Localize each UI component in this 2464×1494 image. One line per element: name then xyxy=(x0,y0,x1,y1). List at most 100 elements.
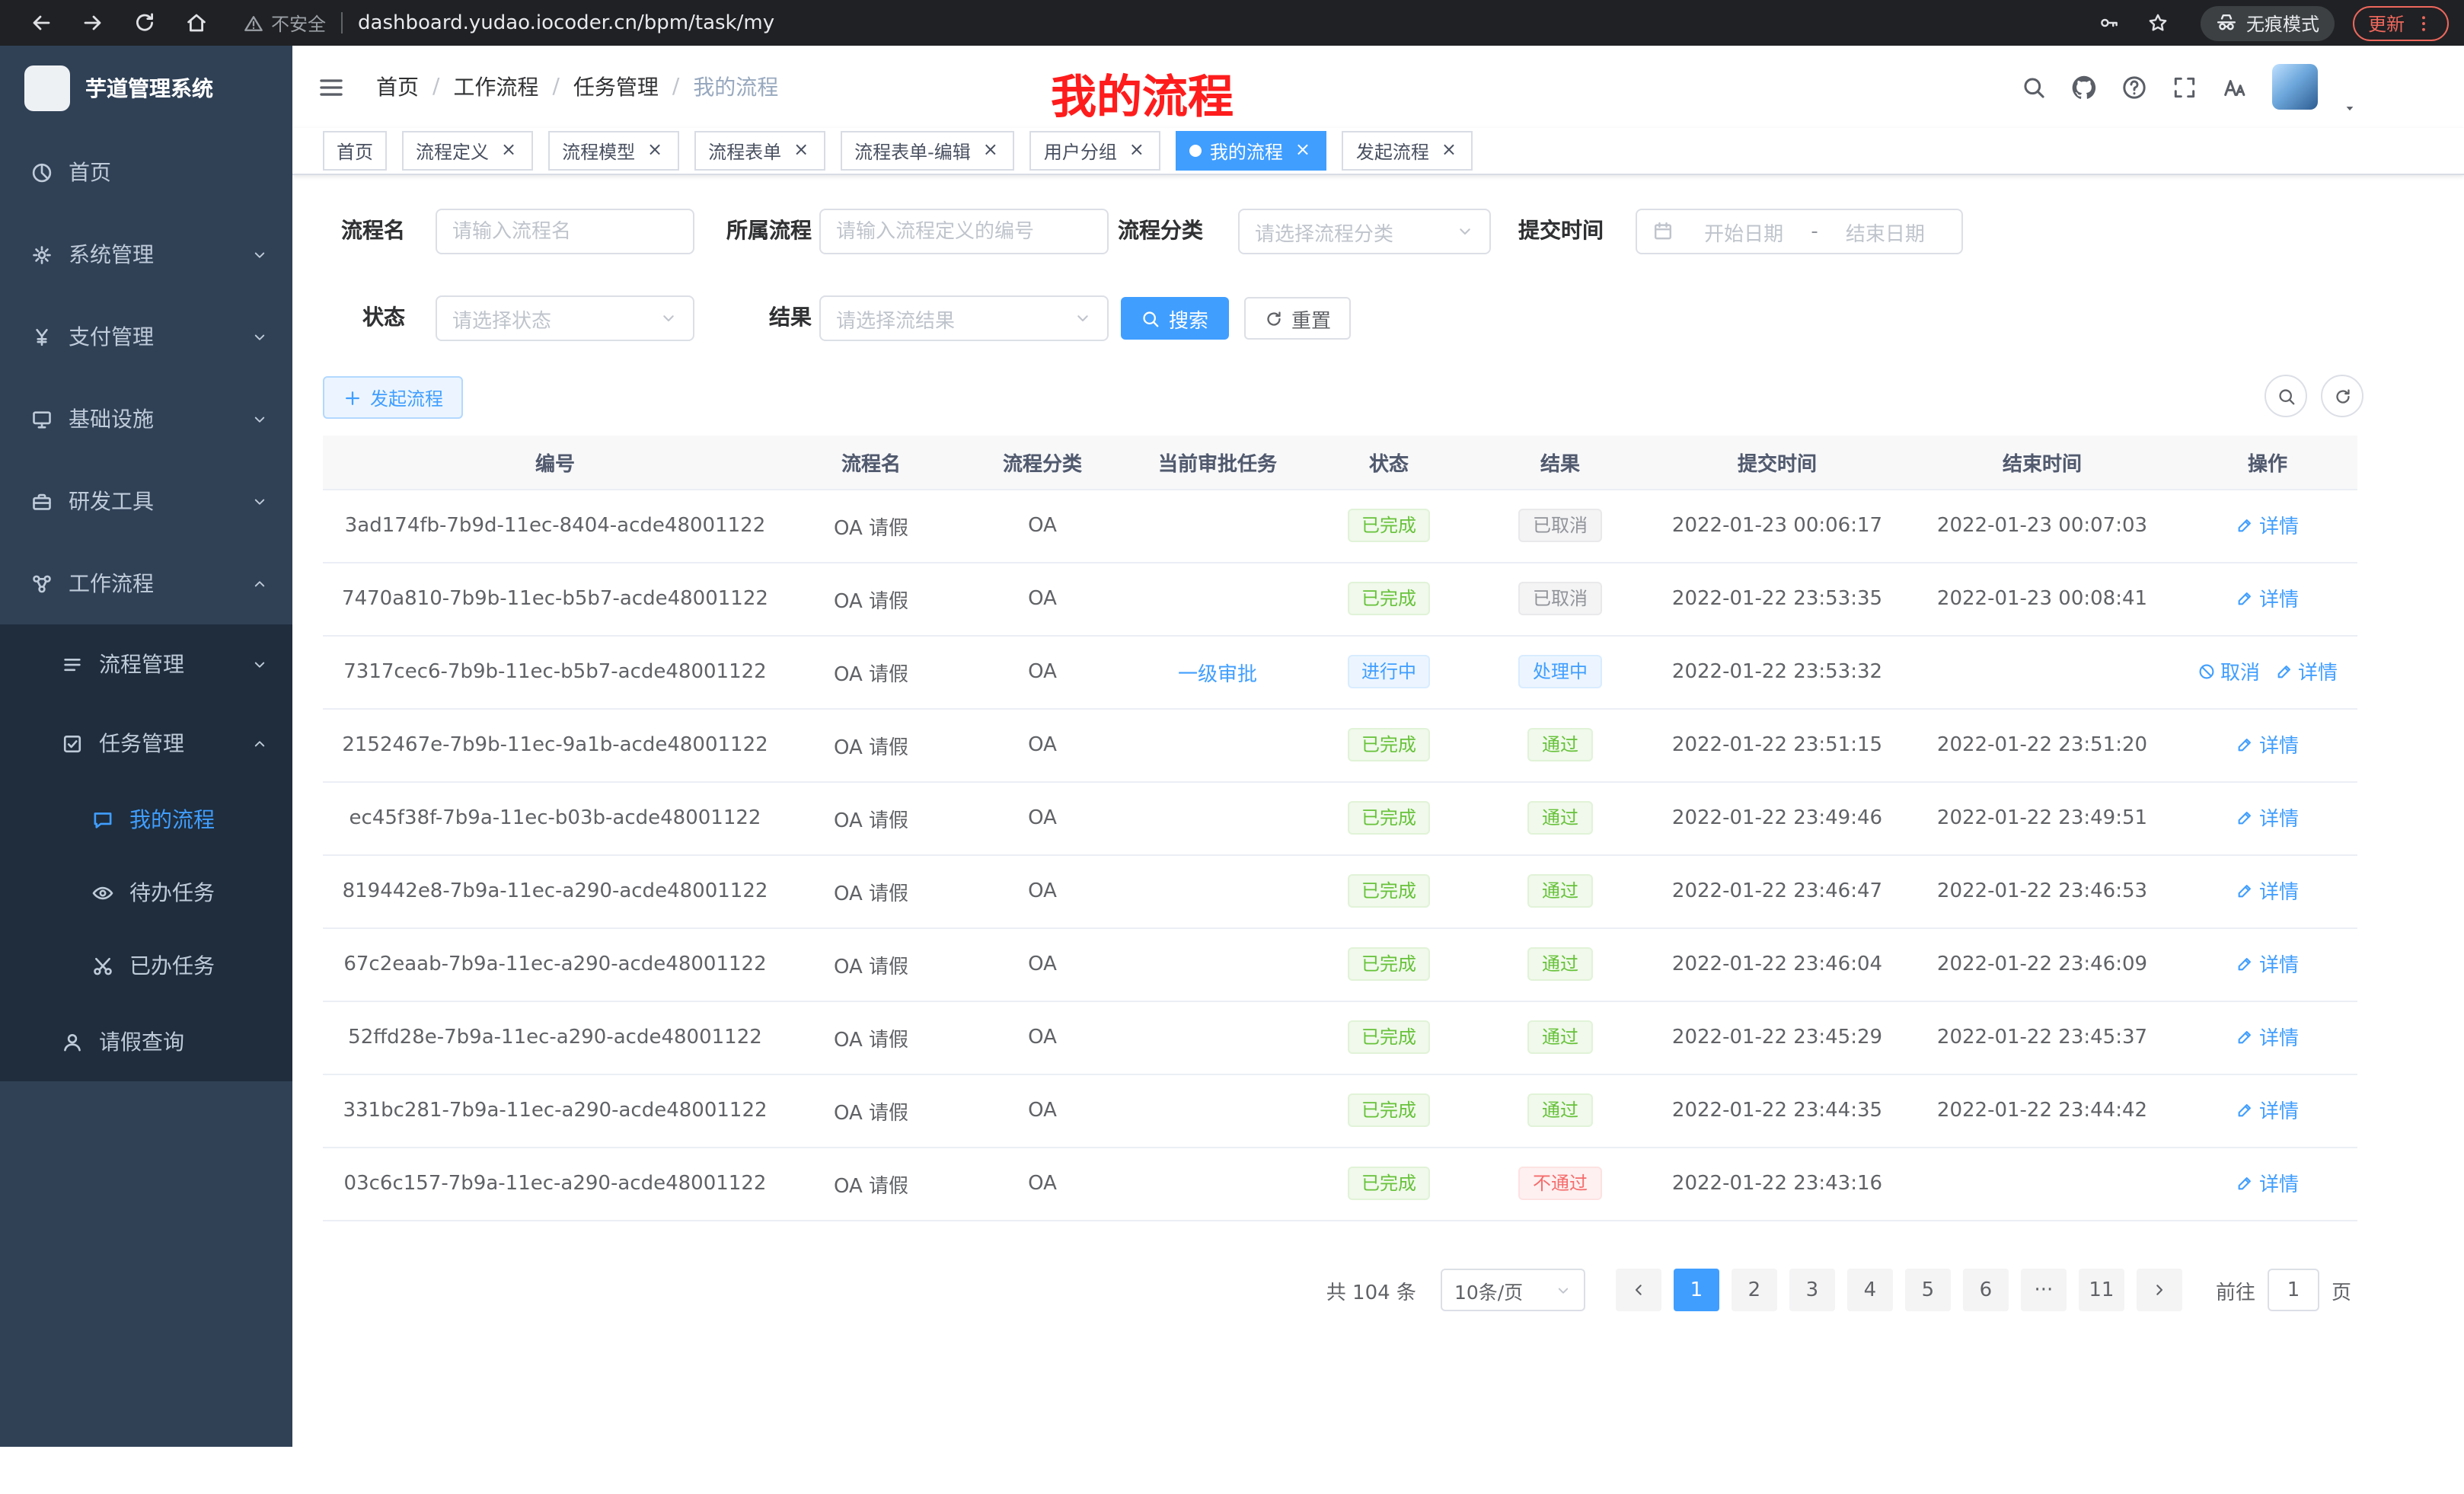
cell-submit-time: 2022-01-22 23:43:16 xyxy=(1648,1147,1907,1220)
browser-home-button[interactable] xyxy=(184,11,209,35)
detail-link-label: 详情 xyxy=(2259,1096,2299,1125)
cell-actions: 详情 xyxy=(2178,1074,2357,1147)
chevron-down-icon xyxy=(1555,1282,1572,1298)
github-icon[interactable] xyxy=(2071,74,2097,100)
bookmark-star-icon[interactable] xyxy=(2147,12,2169,34)
tab-process-form[interactable]: 流程表单× xyxy=(694,131,825,171)
sidebar-item-todo-tasks[interactable]: 待办任务 xyxy=(0,856,292,929)
sidebar-item-done-tasks[interactable]: 已办任务 xyxy=(0,929,292,1002)
table-row: 67c2eaab-7b9a-11ec-a290-acde48001122OA 请… xyxy=(323,927,2357,1001)
sidebar-item-system[interactable]: 系统管理 xyxy=(0,213,292,295)
start-process-button[interactable]: 发起流程 xyxy=(323,376,463,419)
browser-menu-icon[interactable] xyxy=(2414,13,2434,33)
detail-link[interactable]: 详情 xyxy=(2236,511,2299,540)
process-def-input[interactable] xyxy=(836,220,1092,243)
breadcrumb-item[interactable]: 工作流程 xyxy=(453,72,538,102)
cell-status: 已完成 xyxy=(1305,562,1473,635)
cell-status: 已完成 xyxy=(1305,927,1473,1001)
breadcrumb-item[interactable]: 任务管理 xyxy=(573,72,659,102)
page-button-5[interactable]: 5 xyxy=(1905,1269,1951,1311)
goto-page-input[interactable] xyxy=(2268,1269,2319,1311)
reset-button[interactable]: 重置 xyxy=(1244,297,1351,340)
result-select[interactable]: 请选择流结果 xyxy=(819,295,1109,341)
page-button-6[interactable]: 6 xyxy=(1963,1269,2009,1311)
browser-update-button[interactable]: 更新 xyxy=(2353,5,2449,40)
process-name-input[interactable] xyxy=(452,220,678,243)
detail-link[interactable]: 详情 xyxy=(2236,730,2299,759)
prev-page-button[interactable] xyxy=(1616,1269,1661,1311)
refresh-icon xyxy=(2332,386,2352,406)
edit-icon xyxy=(2236,1101,2255,1119)
tab-process-definition[interactable]: 流程定义× xyxy=(402,131,533,171)
page-size-select[interactable]: 10条/页 xyxy=(1441,1269,1585,1311)
pager-more-button[interactable]: ··· xyxy=(2021,1269,2067,1311)
detail-link[interactable]: 详情 xyxy=(2236,1096,2299,1125)
browser-chrome: 不安全 dashboard.yudao.iocoder.cn/bpm/task/… xyxy=(0,0,2464,46)
category-select[interactable]: 请选择流程分类 xyxy=(1238,209,1491,254)
user-avatar[interactable] xyxy=(2272,64,2318,110)
breadcrumb-item[interactable]: 首页 xyxy=(376,72,419,102)
address-bar[interactable]: 不安全 dashboard.yudao.iocoder.cn/bpm/task/… xyxy=(244,10,2085,36)
cancel-link[interactable]: 取消 xyxy=(2197,657,2260,686)
next-page-button[interactable] xyxy=(2137,1269,2182,1311)
page-button-4[interactable]: 4 xyxy=(1847,1269,1893,1311)
browser-reload-button[interactable] xyxy=(132,11,157,35)
tab-process-form-edit[interactable]: 流程表单-编辑× xyxy=(841,131,1015,171)
submit-time-range-picker[interactable]: 开始日期 - 结束日期 xyxy=(1636,209,1963,254)
avatar-caret-down-icon[interactable] xyxy=(2342,101,2357,116)
page-button-2[interactable]: 2 xyxy=(1732,1269,1777,1311)
tab-home[interactable]: 首页 xyxy=(323,131,387,171)
fullscreen-icon[interactable] xyxy=(2172,74,2197,100)
help-icon[interactable] xyxy=(2121,74,2147,100)
sidebar-item-my-process[interactable]: 我的流程 xyxy=(0,783,292,856)
tab-close-icon[interactable]: × xyxy=(1292,140,1313,161)
search-button[interactable]: 搜索 xyxy=(1121,297,1229,340)
refresh-table-button[interactable] xyxy=(2321,375,2363,417)
header-search-icon[interactable] xyxy=(2021,74,2047,100)
page-button-3[interactable]: 3 xyxy=(1789,1269,1835,1311)
detail-link[interactable]: 详情 xyxy=(2236,950,2299,978)
task-link[interactable]: 一级审批 xyxy=(1178,657,1257,686)
tab-process-model[interactable]: 流程模型× xyxy=(548,131,679,171)
tab-close-icon[interactable]: × xyxy=(1438,140,1460,161)
browser-back-button[interactable] xyxy=(29,11,53,35)
tab-close-icon[interactable]: × xyxy=(1126,140,1147,161)
sidebar-item-task-manage[interactable]: 任务管理 xyxy=(0,704,292,783)
sidebar-item-leave-query[interactable]: 请假查询 xyxy=(0,1002,292,1081)
sidebar-item-home[interactable]: 首页 xyxy=(0,131,292,213)
detail-link[interactable]: 详情 xyxy=(2275,657,2338,686)
detail-link[interactable]: 详情 xyxy=(2236,1169,2299,1198)
sidebar-item-infrastructure[interactable]: 基础设施 xyxy=(0,378,292,460)
cell-task xyxy=(1130,781,1305,854)
security-warning[interactable]: 不安全 xyxy=(244,10,326,36)
sidebar-item-payment[interactable]: 支付管理 xyxy=(0,295,292,378)
tab-close-icon[interactable]: × xyxy=(498,140,519,161)
column-header: 结果 xyxy=(1473,436,1648,489)
sidebar-toggle-icon[interactable] xyxy=(317,72,346,101)
tab-close-icon[interactable]: × xyxy=(644,140,665,161)
tab-close-icon[interactable]: × xyxy=(980,140,1001,161)
password-manager-icon[interactable] xyxy=(2099,12,2120,34)
sidebar-item-process-manage[interactable]: 流程管理 xyxy=(0,624,292,704)
toggle-search-button[interactable] xyxy=(2265,375,2307,417)
tab-my-process[interactable]: 我的流程× xyxy=(1176,131,1327,171)
detail-link[interactable]: 详情 xyxy=(2236,876,2299,905)
tab-start-process[interactable]: 发起流程× xyxy=(1342,131,1473,171)
status-badge: 已完成 xyxy=(1348,947,1430,981)
font-size-icon[interactable] xyxy=(2222,74,2248,100)
page-button-11[interactable]: 11 xyxy=(2079,1269,2124,1311)
sidebar-item-dev-tools[interactable]: 研发工具 xyxy=(0,460,292,542)
sidebar-item-workflow[interactable]: 工作流程 xyxy=(0,542,292,624)
detail-link[interactable]: 详情 xyxy=(2236,584,2299,613)
header-actions xyxy=(2021,46,2357,128)
browser-forward-button[interactable] xyxy=(81,11,105,35)
tab-close-icon[interactable]: × xyxy=(790,140,812,161)
cell-actions: 详情 xyxy=(2178,1147,2357,1220)
detail-link[interactable]: 详情 xyxy=(2236,1023,2299,1052)
detail-link[interactable]: 详情 xyxy=(2236,803,2299,832)
result-badge: 处理中 xyxy=(1519,655,1601,688)
goto-label: 前往 xyxy=(2216,1275,2255,1304)
tab-user-group[interactable]: 用户分组× xyxy=(1030,131,1161,171)
status-select[interactable]: 请选择状态 xyxy=(436,295,694,341)
page-button-1[interactable]: 1 xyxy=(1674,1269,1719,1311)
